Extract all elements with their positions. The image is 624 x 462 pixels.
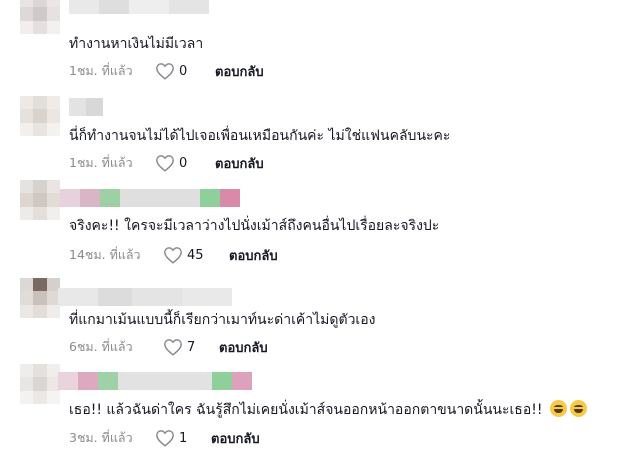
heart-outline-icon — [164, 339, 182, 356]
comment-item: ทำงานหาเงินไม่มีเวลา 1ชม. ที่แล้ว 0 ตอบก… — [0, 0, 624, 92]
face-with-tears-of-joy-icon — [547, 400, 587, 418]
comment-text: ที่แกมาเม้นแบบนี้ก็เรียกว่าเมาท์นะด่าเค้… — [69, 312, 376, 328]
comment-time: 3ชม. ที่แล้ว — [69, 430, 133, 445]
avatar[interactable] — [20, 278, 60, 318]
reply-button[interactable]: ตอบกลับ — [211, 428, 260, 449]
username-blurred[interactable] — [69, 0, 209, 14]
comment-item: จริงคะ!! ใครจะมีเวลาว่างไปนั่งเม้าส์ถึงค… — [0, 180, 624, 276]
like-button[interactable]: 1 — [155, 429, 205, 447]
comment-time: 1ชม. ที่แล้ว — [69, 155, 133, 170]
avatar[interactable] — [20, 0, 60, 34]
heart-outline-icon — [156, 155, 174, 172]
like-button[interactable]: 7 — [163, 338, 213, 356]
comment-item: ที่แกมาเม้นแบบนี้ก็เรียกว่าเมาท์นะด่าเค้… — [0, 276, 624, 364]
comment-text: ทำงานหาเงินไม่มีเวลา — [69, 36, 204, 52]
comment-meta: 14ชม. ที่แล้ว 45 ตอบกลับ — [69, 245, 278, 265]
like-count: 7 — [187, 339, 196, 355]
heart-outline-icon — [156, 63, 174, 80]
reply-button[interactable]: ตอบกลับ — [215, 153, 264, 174]
comment-meta: 1ชม. ที่แล้ว 0 ตอบกลับ — [69, 153, 264, 173]
username-blurred[interactable] — [58, 288, 232, 306]
avatar[interactable] — [20, 96, 60, 136]
comment-text: จริงคะ!! ใครจะมีเวลาว่างไปนั่งเม้าส์ถึงค… — [69, 218, 440, 234]
username-blurred[interactable] — [69, 98, 103, 116]
comment-meta: 6ชม. ที่แล้ว 7 ตอบกลับ — [69, 337, 268, 357]
comment-time: 6ชม. ที่แล้ว — [69, 339, 133, 354]
comment-time: 14ชม. ที่แล้ว — [69, 247, 141, 262]
comment-meta: 3ชม. ที่แล้ว 1 ตอบกลับ — [69, 428, 260, 448]
reply-button[interactable]: ตอบกลับ — [219, 337, 268, 358]
reply-button[interactable]: ตอบกลับ — [215, 61, 264, 82]
username-blurred[interactable] — [60, 189, 240, 207]
comment-time: 1ชม. ที่แล้ว — [69, 63, 133, 78]
comment-item: เธอ!! แล้วฉันด่าใคร ฉันรู้สึกไม่เคยนั่งเ… — [0, 364, 624, 462]
like-button[interactable]: 0 — [155, 154, 209, 172]
like-button[interactable]: 45 — [163, 246, 223, 264]
reply-button[interactable]: ตอบกลับ — [229, 245, 278, 266]
like-count: 45 — [187, 247, 204, 263]
like-count: 1 — [179, 430, 188, 446]
avatar[interactable] — [20, 364, 60, 404]
heart-outline-icon — [156, 430, 174, 447]
like-count: 0 — [179, 63, 188, 79]
like-count: 0 — [179, 155, 188, 171]
heart-outline-icon — [164, 247, 182, 264]
username-blurred[interactable] — [58, 372, 252, 390]
like-button[interactable]: 0 — [155, 62, 209, 80]
avatar[interactable] — [20, 180, 60, 220]
comment-text-body: เธอ!! แล้วฉันด่าใคร ฉันรู้สึกไม่เคยนั่งเ… — [69, 402, 543, 418]
comment-text: เธอ!! แล้วฉันด่าใคร ฉันรู้สึกไม่เคยนั่งเ… — [69, 400, 587, 420]
comment-item: นี่ก็ทำงานจนไม่ได้ไปเจอเพื่อนเหมือนกันค่… — [0, 92, 624, 184]
comment-meta: 1ชม. ที่แล้ว 0 ตอบกลับ — [69, 61, 264, 81]
comment-text: นี่ก็ทำงานจนไม่ได้ไปเจอเพื่อนเหมือนกันค่… — [69, 128, 451, 144]
